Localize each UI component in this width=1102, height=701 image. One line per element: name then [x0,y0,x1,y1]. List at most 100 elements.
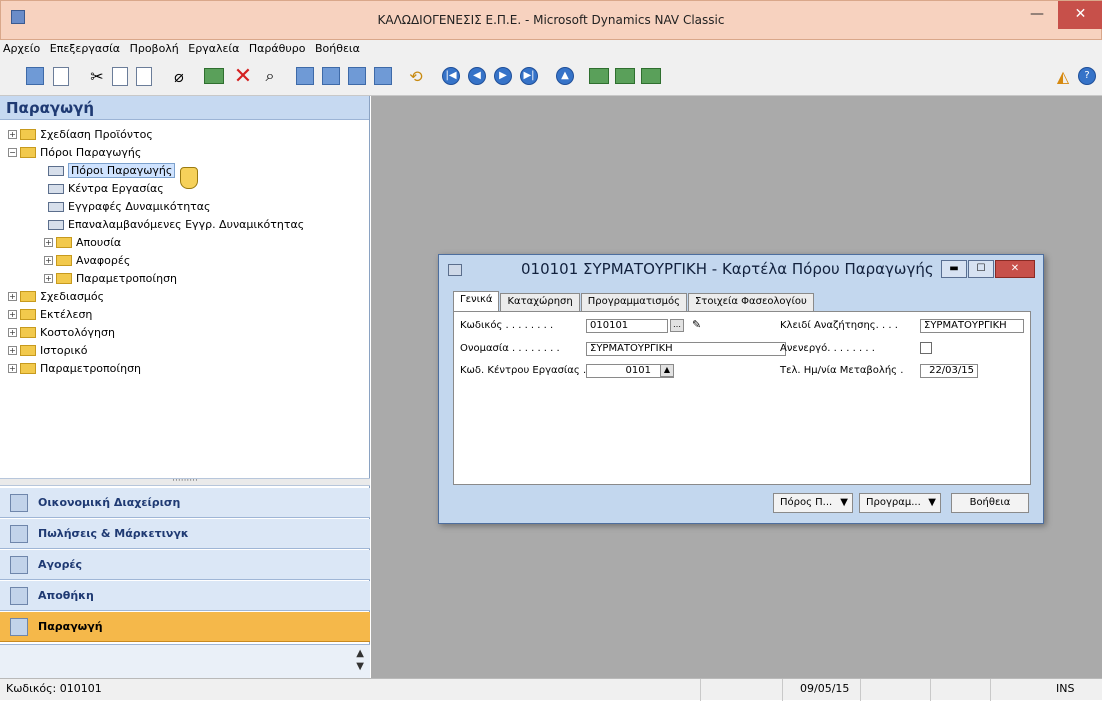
menu-help[interactable]: Βοήθεια [312,40,363,57]
form-icon [48,165,64,176]
status-work-date: 09/05/15 [800,682,850,695]
last-modified-label: Τελ. Ημ/νία Μεταβολής . [780,365,904,376]
menu-file[interactable]: Αρχείο [0,40,43,57]
cut-icon[interactable]: ✂ [86,65,108,87]
expand-icon[interactable]: + [8,346,17,355]
tree-item[interactable]: + Παραμετροποίηση [8,360,141,377]
status-divider [990,679,991,701]
lookup-button[interactable]: … [670,319,684,332]
menu-window[interactable]: Παράθυρο [246,40,309,57]
machine-center-card: 010101 ΣΥΡΜΑΤΟΥΡΓΙΚΗ - Καρτέλα Πόρου Παρ… [438,254,1044,524]
expand-icon[interactable]: + [44,238,53,247]
first-icon[interactable]: |◀ [440,65,462,87]
menu-edit[interactable]: Επεξεργασία [47,40,123,57]
help-icon[interactable]: ? [1076,65,1098,87]
nav-button-sales[interactable]: Πωλήσεις & Μάρκετινγκ [0,519,370,549]
close-button[interactable]: ✕ [1058,1,1102,29]
title-bar: ΚΑΛΩΔΙΟΓΕΝΕΣΙΣ Ε.Π.Ε. - Microsoft Dynami… [0,0,1102,40]
nav-scroll-arrows[interactable]: ▲ ▼ [356,647,364,673]
previous-icon[interactable]: ◀ [466,65,488,87]
menu-view[interactable]: Προβολή [127,40,182,57]
print-icon[interactable] [24,65,46,87]
blocked-checkbox[interactable] [920,342,932,354]
tab-general[interactable]: Γενικά [453,291,500,311]
nav-header: Παραγωγή [0,96,369,120]
menu-tools[interactable]: Εργαλεία [185,40,242,57]
nav-splitter[interactable]: ········· [0,477,370,486]
tree-item[interactable]: − Πόροι Παραγωγής [8,144,141,161]
nav-button-finance[interactable]: Οικονομική Διαχείριση [0,488,370,518]
last-icon[interactable]: ▶| [518,65,540,87]
collapse-icon[interactable]: − [8,148,17,157]
pencil-icon[interactable]: ✎ [692,318,704,331]
arrow-up-icon[interactable]: ▲ [660,364,674,377]
code-field[interactable]: 010101 [586,319,668,333]
tree-item[interactable]: + Σχεδιασμός [8,288,104,305]
machine-center-menu-button[interactable]: Πόρος Π... ▼ [773,493,853,513]
tree-item[interactable]: Πόροι Παραγωγής [48,162,176,179]
new-icon[interactable] [203,65,225,87]
code-label: Κωδικός . . . . . . . . [460,320,554,331]
dialog-close-button[interactable]: ✕ [995,260,1035,278]
minimize-button[interactable]: — [1021,1,1053,29]
search-name-field[interactable]: ΣΥΡΜΑΤΟΥΡΓΙΚΗ [920,319,1024,333]
sort-icon[interactable] [588,65,610,87]
folder-icon [20,363,36,374]
next-icon[interactable]: ▶ [492,65,514,87]
print-preview-icon[interactable] [50,65,72,87]
tree-item[interactable]: + Απουσία [44,234,121,251]
table-view-icon[interactable] [346,65,368,87]
nav-button-warehouse[interactable]: Αποθήκη [0,581,370,611]
window-title: ΚΑΛΩΔΙΟΓΕΝΕΣΙΣ Ε.Π.Ε. - Microsoft Dynami… [377,13,725,27]
tree-item[interactable]: + Εκτέλεση [8,306,92,323]
tab-posting[interactable]: Καταχώρηση [500,293,580,311]
refresh-icon[interactable]: ⟲ [405,65,427,87]
tree-item[interactable]: + Σχεδίαση Προϊόντος [8,126,153,143]
help-button[interactable]: Βοήθεια [951,493,1029,513]
analysis-icon[interactable]: ◭ [1052,65,1074,87]
last-modified-field: 22/03/15 [920,364,978,378]
attach-icon[interactable]: ⌀ [168,65,190,87]
expand-icon[interactable]: + [8,328,17,337]
folder-icon [20,345,36,356]
nav-button-purchases[interactable]: Αγορές [0,550,370,580]
delete-icon[interactable]: ✕ [232,64,254,89]
field-view-icon[interactable] [372,65,394,87]
expand-icon[interactable]: + [8,292,17,301]
scheduling-menu-button[interactable]: Προγραμ... ▼ [859,493,941,513]
expand-icon[interactable]: + [8,364,17,373]
dropdown-arrow-icon: ▼ [928,497,936,508]
filter-icon[interactable] [614,65,636,87]
copy-icon[interactable] [109,65,131,87]
dialog-maximize-button[interactable]: ☐ [968,260,994,278]
tree-item[interactable]: + Ιστορικό [8,342,88,359]
nav-button-manufacturing[interactable]: Παραγωγή [0,612,370,642]
expand-icon[interactable]: + [44,274,53,283]
form-view-icon[interactable] [294,65,316,87]
status-record: Κωδικός: 010101 [6,682,102,695]
form-icon [48,201,64,212]
name-field[interactable]: ΣΥΡΜΑΤΟΥΡΓΙΚΗ [586,342,786,356]
expand-icon[interactable]: + [8,130,17,139]
tree-item[interactable]: + Παραμετροποίηση [44,270,177,287]
folder-icon [56,255,72,266]
tab-scheduling[interactable]: Προγραμματισμός [580,293,687,311]
flowfilter-icon[interactable] [640,65,662,87]
status-bar: Κωδικός: 010101 09/05/15 INS [0,678,1102,701]
open-folder-icon [20,147,36,158]
dialog-minimize-button[interactable]: ▬ [941,260,967,278]
tab-warehouse[interactable]: Στοιχεία Φασεολογίου [687,293,814,311]
tree-item[interactable]: + Αναφορές [44,252,130,269]
tree-item[interactable]: + Κοστολόγηση [8,324,115,341]
tree-item[interactable]: Εγγραφές Δυναμικότητας [48,198,211,215]
eject-icon[interactable]: ▲ [554,65,576,87]
status-divider [860,679,861,701]
general-panel: Κωδικός . . . . . . . . 010101 … ✎ Ονομα… [453,311,1031,485]
tree-item[interactable]: Επαναλαμβανόμενες Εγγρ. Δυναμικότητας [48,216,304,233]
tree-item[interactable]: Κέντρα Εργασίας [48,180,164,197]
paste-icon[interactable] [133,65,155,87]
list-view-icon[interactable] [320,65,342,87]
find-icon[interactable]: ⌕ [259,65,281,87]
expand-icon[interactable]: + [8,310,17,319]
expand-icon[interactable]: + [44,256,53,265]
